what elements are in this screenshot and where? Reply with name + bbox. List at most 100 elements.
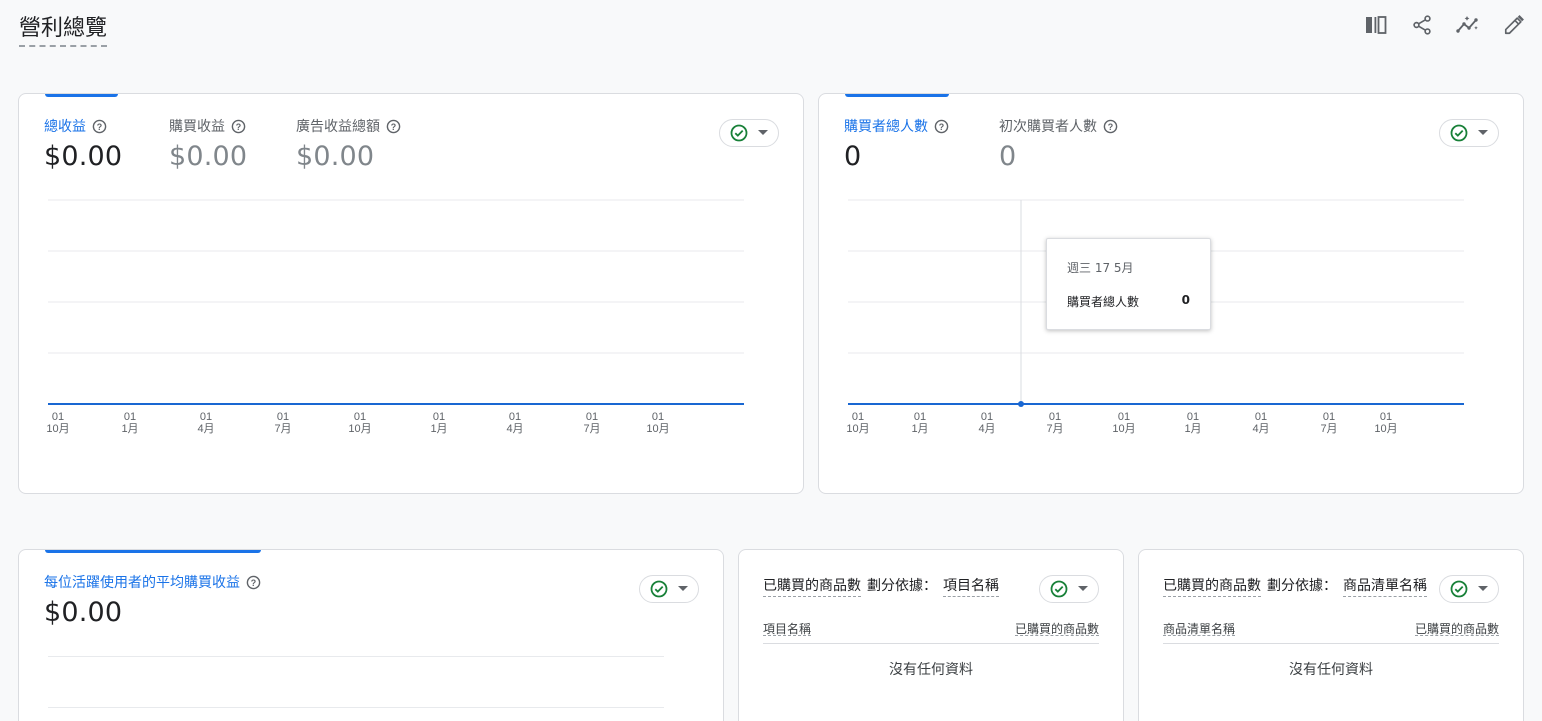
title-metric[interactable]: 已購買的商品數 [763, 575, 861, 597]
tooltip-date: 週三 17 5月 [1067, 261, 1134, 275]
caret-down-icon [1478, 586, 1488, 591]
check-circle-icon [1450, 580, 1468, 598]
tooltip-metric: 購買者總人數 [1067, 295, 1140, 309]
svg-text:10月: 10月 [846, 423, 869, 435]
title-dimension[interactable]: 項目名稱 [943, 575, 999, 597]
title-by: 劃分依據： [867, 578, 937, 594]
x-tick-label: 017月 [1320, 411, 1337, 435]
svg-text:01: 01 [433, 411, 445, 423]
svg-text:01: 01 [124, 411, 136, 423]
x-tick-label: 014月 [197, 411, 214, 435]
column-header[interactable]: 已購買的商品數 [1014, 620, 1099, 636]
table-title: 已購買的商品數 劃分依據： 項目名稱 [763, 575, 999, 597]
x-tick-label: 0110月 [348, 411, 371, 435]
revenue-card: 總收益 ? $0.00 購買收益 ? $0.00 廣告收益總額 ? $0.00 … [18, 93, 804, 494]
data-quality-dropdown[interactable] [1439, 575, 1499, 603]
share-icon [1413, 15, 1431, 35]
column-header[interactable]: 項目名稱 [763, 620, 812, 636]
metric-arppu[interactable]: 每位活躍使用者的平均購買收益 ? $0.00 [44, 572, 261, 628]
compare-icon [1366, 16, 1387, 34]
svg-text:7月: 7月 [274, 423, 291, 435]
svg-text:7月: 7月 [583, 423, 600, 435]
compare-button[interactable] [1360, 12, 1392, 38]
x-tick-label: 014月 [1252, 411, 1269, 435]
svg-text:01: 01 [852, 411, 864, 423]
svg-text:01: 01 [52, 411, 64, 423]
gridline [48, 707, 664, 708]
svg-text:10月: 10月 [646, 423, 669, 435]
gridline [48, 656, 664, 657]
svg-text:01: 01 [354, 411, 366, 423]
svg-text:01: 01 [1255, 411, 1267, 423]
tooltip-value: 0 [1181, 293, 1190, 307]
check-circle-icon [650, 580, 668, 598]
check-circle-icon [1050, 580, 1068, 598]
x-tick-label: 0110月 [646, 411, 669, 435]
x-tick-label: 014月 [506, 411, 523, 435]
svg-text:7月: 7月 [1046, 423, 1063, 435]
title-by: 劃分依據： [1267, 578, 1337, 594]
x-tick-label: 017月 [583, 411, 600, 435]
purchasers-card: 購買者總人數 ? 0 初次購買者人數 ? 0 01 10月 01 1月 01 4月 01 7月… [818, 93, 1524, 494]
column-header[interactable]: 商品清單名稱 [1163, 620, 1236, 636]
edit-button[interactable] [1498, 12, 1530, 38]
x-tick-label: 014月 [978, 411, 995, 435]
svg-text:?: ? [251, 577, 256, 587]
title-dimension[interactable]: 商品清單名稱 [1343, 575, 1427, 597]
title-metric[interactable]: 已購買的商品數 [1163, 575, 1261, 597]
x-tick-label: 011月 [121, 411, 138, 435]
table-title: 已購買的商品數 劃分依據： 商品清單名稱 [1163, 575, 1427, 597]
svg-text:4月: 4月 [197, 423, 214, 435]
svg-text:01: 01 [509, 411, 521, 423]
insights-icon [1456, 16, 1478, 33]
insights-button[interactable] [1452, 12, 1484, 38]
help-icon[interactable]: ? [246, 575, 261, 590]
x-tick-label: 011月 [1184, 411, 1201, 435]
svg-text:01: 01 [200, 411, 212, 423]
svg-text:1月: 1月 [121, 423, 138, 435]
svg-text:01: 01 [1323, 411, 1335, 423]
caret-down-icon [1078, 586, 1088, 591]
svg-text:7月: 7月 [1320, 423, 1337, 435]
revenue-line-chart: 0110月011月014月017月0110月011月014月017月0110月 [46, 199, 744, 435]
metric-label: 每位活躍使用者的平均購買收益 [44, 575, 240, 591]
empty-state: 沒有任何資料 [1289, 662, 1373, 678]
svg-text:1月: 1月 [1184, 423, 1201, 435]
hover-point [1018, 401, 1024, 407]
svg-text:10月: 10月 [1374, 423, 1397, 435]
x-tick-label: 0110月 [1112, 411, 1135, 435]
items-by-name-card: 已購買的商品數 劃分依據： 項目名稱 項目名稱 已購買的商品數 沒有任何資料 [738, 549, 1124, 721]
svg-text:01: 01 [914, 411, 926, 423]
svg-text:01: 01 [652, 411, 664, 423]
metric-value: $0.00 [44, 597, 123, 628]
x-tick-label: 017月 [1046, 411, 1063, 435]
x-tick-label: 017月 [274, 411, 291, 435]
svg-text:01: 01 [981, 411, 993, 423]
svg-text:10月: 10月 [1112, 423, 1135, 435]
share-button[interactable] [1406, 12, 1438, 38]
svg-text:01: 01 [277, 411, 289, 423]
svg-text:01: 01 [586, 411, 598, 423]
svg-text:4月: 4月 [506, 423, 523, 435]
x-tick-label: 011月 [430, 411, 447, 435]
caret-down-icon [678, 586, 688, 591]
x-tick-label: 011月 [911, 411, 928, 435]
items-by-list-card: 已購買的商品數 劃分依據： 商品清單名稱 商品清單名稱 已購買的商品數 沒有任何… [1138, 549, 1524, 721]
page-title[interactable]: 營利總覽 [19, 10, 108, 47]
arppu-card: 每位活躍使用者的平均購買收益 ? $0.00 [18, 549, 724, 721]
x-tick-label: 0110月 [1374, 411, 1397, 435]
column-header[interactable]: 已購買的商品數 [1414, 620, 1499, 636]
svg-text:01: 01 [1049, 411, 1061, 423]
svg-text:10月: 10月 [46, 423, 69, 435]
edit-icon [1504, 15, 1524, 35]
svg-text:01: 01 [1118, 411, 1130, 423]
x-tick-label: 0110月 [46, 411, 69, 435]
svg-text:01: 01 [1380, 411, 1392, 423]
chart-tooltip: 週三 17 5月 購買者總人數 0 [1046, 238, 1211, 330]
svg-text:1月: 1月 [430, 423, 447, 435]
svg-text:4月: 4月 [1252, 423, 1269, 435]
empty-state: 沒有任何資料 [889, 662, 973, 678]
table-header: 項目名稱 已購買的商品數 [763, 620, 1099, 644]
data-quality-dropdown[interactable] [639, 575, 699, 603]
data-quality-dropdown[interactable] [1039, 575, 1099, 603]
